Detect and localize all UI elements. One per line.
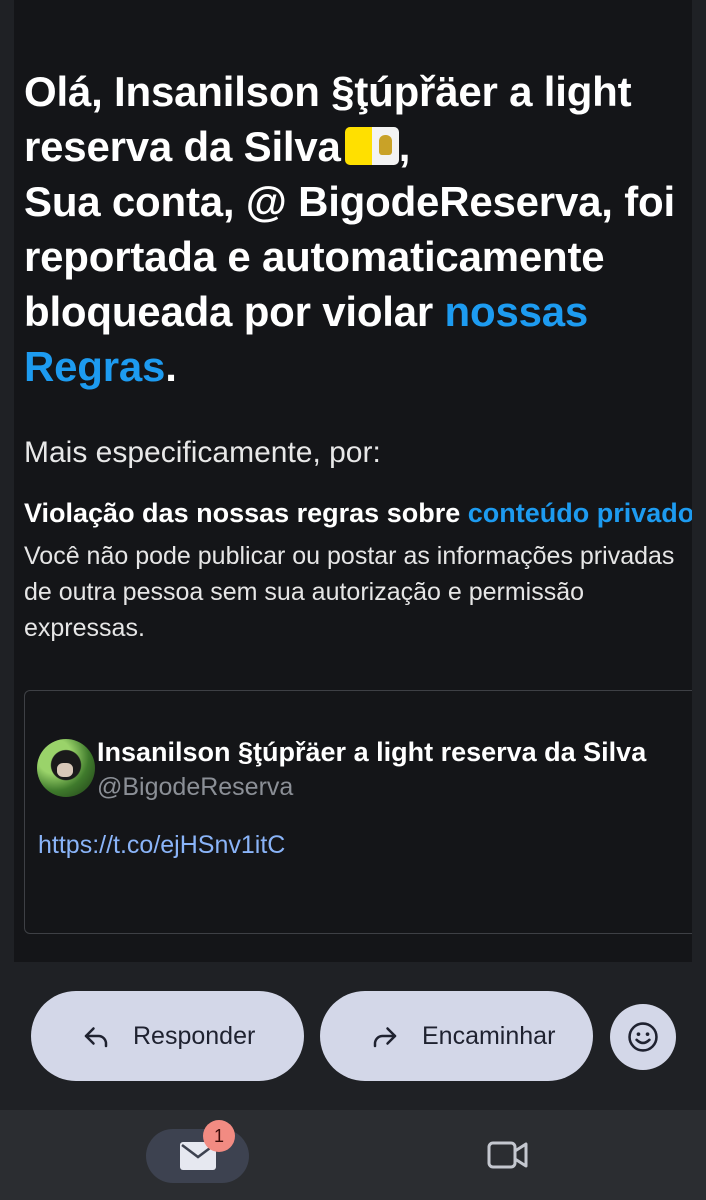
private-content-link[interactable]: conteúdo privado [468, 498, 692, 528]
forward-button[interactable]: Encaminhar [320, 991, 593, 1081]
violation-desc-line-2: de outra pessoa sem sua autorização e pe… [24, 578, 585, 606]
video-camera-icon [487, 1141, 528, 1169]
reply-label: Responder [133, 1021, 256, 1050]
tweet-author-handle: @BigodeReserva [97, 773, 294, 801]
unread-count-badge: 1 [203, 1120, 235, 1152]
intro-text: Mais especificamente, por: [24, 436, 381, 469]
headline-line-5-text: bloqueada por violar [24, 288, 445, 335]
headline-line-6: Regras. [24, 339, 692, 394]
forward-label: Encaminhar [422, 1021, 556, 1050]
embedded-tweet-card[interactable]: Insanilson §ţúpřäer a light reserva da S… [24, 690, 692, 934]
bottom-navigation [0, 1110, 706, 1200]
headline-line-3: Sua conta, @ BigodeReserva, foi [24, 178, 675, 225]
headline-line-1: Olá, Insanilson §ţúpřäer a light [24, 68, 632, 115]
headline-line-5: bloqueada por violar nossas [24, 284, 692, 339]
headline-line-4: reportada e automaticamente [24, 233, 605, 280]
violation-description: Você não pode publicar ou postar as info… [24, 538, 692, 646]
headline-period: . [165, 343, 177, 390]
email-view: Olá, Insanilson §ţúpřäer a light reserva… [0, 0, 706, 1200]
rules-link-part-2[interactable]: Regras [24, 343, 165, 390]
avatar[interactable] [37, 739, 95, 797]
headline-line-2: reserva da Silva, [24, 119, 692, 174]
tweet-author-name: Insanilson §ţúpřäer a light reserva da S… [97, 737, 647, 767]
violation-title-text: Violação das nossas regras sobre [24, 498, 468, 528]
violation-desc-line-3: expressas. [24, 614, 145, 642]
headline-line-2-text: reserva da Silva [24, 123, 341, 170]
vatican-flag-icon [344, 127, 399, 165]
email-body: Olá, Insanilson §ţúpřäer a light reserva… [14, 0, 692, 962]
reply-button[interactable]: Responder [31, 991, 304, 1081]
violation-desc-line-1: Você não pode publicar ou postar as info… [24, 542, 675, 570]
violation-title: Violação das nossas regras sobre conteúd… [24, 498, 692, 529]
nav-meet-tab[interactable] [486, 1135, 530, 1175]
reply-icon [84, 1027, 108, 1048]
rules-link-part-1[interactable]: nossas [445, 288, 589, 335]
email-headline: Olá, Insanilson §ţúpřäer a light reserva… [24, 64, 692, 394]
tweet-url-link[interactable]: https://t.co/ejHSnv1itC [38, 831, 285, 860]
emoji-reaction-button[interactable] [610, 1004, 676, 1070]
smiley-icon [628, 1022, 658, 1052]
forward-icon [373, 1027, 397, 1048]
headline-comma: , [398, 123, 411, 170]
